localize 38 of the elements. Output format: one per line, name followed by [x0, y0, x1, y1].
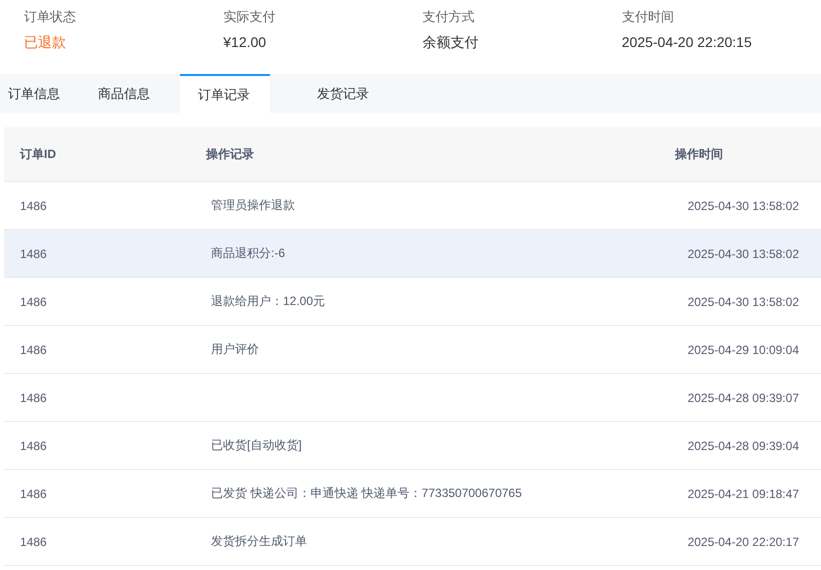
summary-label: 支付方式: [422, 8, 476, 26]
table-cell-text: 1486: [19, 294, 48, 308]
column-header: 操作记录: [206, 146, 255, 162]
column-header: 操作时间: [674, 146, 724, 162]
summary-value: 余额支付: [422, 34, 480, 52]
table-cell-text: 1486: [19, 342, 48, 356]
tab[interactable]: 订单信息: [0, 74, 90, 113]
table-cell-text: 1486: [19, 198, 48, 212]
table-cell-text: 2025-04-28 09:39:07: [686, 390, 800, 404]
tab[interactable]: 商品信息: [90, 74, 180, 113]
table-cell-text: 1486: [19, 246, 48, 260]
table-cell: 已收货[自动收货]: [211, 438, 302, 452]
table-cell-text: 2025-04-20 22:20:17: [686, 534, 800, 548]
table-cell-text: 2025-04-28 09:39:04: [686, 438, 800, 452]
table-cell-text: 1486: [19, 390, 48, 404]
table-cell: 管理员操作退款: [211, 198, 295, 212]
column-header: 订单ID: [18, 146, 57, 162]
summary-label: 实际支付: [223, 8, 276, 26]
table-cell-text: 2025-04-29 10:09:04: [686, 342, 800, 356]
table-cell: 商品退积分:-6: [211, 246, 286, 260]
summary-value: 已退款: [24, 34, 67, 52]
table-cell-text: 1486: [19, 486, 48, 500]
summary-value: ¥12.00: [223, 34, 268, 50]
table-cell-text: 2025-04-21 09:18:47: [686, 486, 800, 500]
table-cell-text: 2025-04-30 13:58:02: [686, 198, 800, 212]
table-cell-text: 2025-04-30 13:58:02: [686, 294, 800, 308]
table-cell-text: 1486: [19, 534, 48, 548]
tab[interactable]: 订单记录: [180, 74, 270, 113]
table-cell: 用户评价: [211, 342, 259, 356]
tab[interactable]: 发货记录: [270, 74, 369, 113]
summary-label: 订单状态: [24, 8, 77, 26]
table-cell: 发货拆分生成订单: [211, 534, 307, 548]
table-cell: 已发货 快递公司：申通快递 快递单号：773350700670765: [211, 486, 522, 500]
summary-label: 支付时间: [622, 8, 675, 26]
table-cell-text: 2025-04-30 13:58:02: [686, 246, 800, 260]
table-cell-text: 1486: [19, 438, 48, 452]
summary-value: 2025-04-20 22:20:15: [622, 34, 753, 50]
table-cell: 退款给用户：12.00元: [211, 294, 326, 308]
